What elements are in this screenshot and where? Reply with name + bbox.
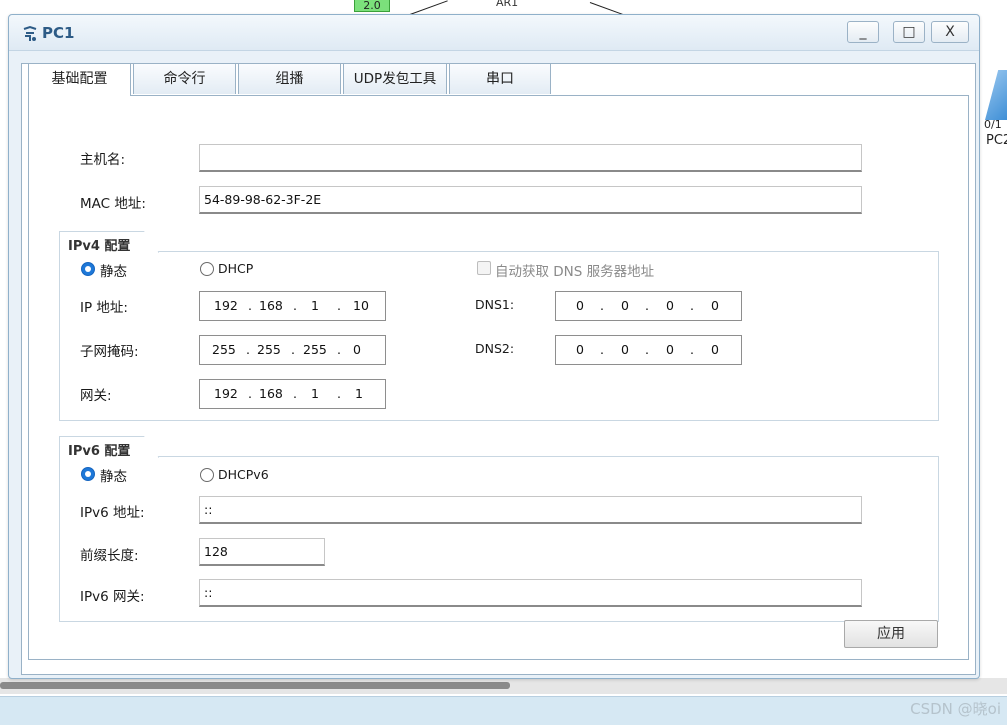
ipv6-dhcp-radio[interactable] — [200, 468, 214, 482]
title-bar[interactable]: PC1 _ □ X — [9, 15, 979, 51]
octet: 0 — [576, 342, 584, 357]
ipv4-static-label: 静态 — [100, 264, 127, 280]
octet: 168 — [259, 386, 283, 401]
octet: 1 — [311, 386, 319, 401]
mac-input[interactable]: 54-89-98-62-3F-2E — [199, 186, 862, 214]
octet: 0 — [711, 342, 719, 357]
dot: . — [690, 298, 694, 313]
octet: 10 — [353, 298, 369, 313]
prefix-length-label: 前缀长度: — [80, 548, 139, 564]
dot: . — [645, 298, 649, 313]
dot: . — [690, 342, 694, 357]
dns1-input[interactable]: 0 . 0 . 0 . 0 — [555, 291, 742, 321]
ipv6-group-title: IPv6 配置 — [59, 436, 159, 458]
pc-app-icon — [23, 25, 37, 41]
subnet-mask-label: 子网掩码: — [80, 344, 139, 360]
octet: 1 — [355, 386, 363, 401]
port-label: 0/1 — [984, 118, 1002, 131]
octet: 255 — [257, 342, 281, 357]
device-label-ar1: AR1 — [496, 0, 519, 9]
device-label-pc2: PC2 — [986, 133, 1007, 148]
minimize-button[interactable]: _ — [847, 21, 879, 43]
ipv4-dhcp-label: DHCP — [218, 261, 254, 276]
hostname-label: 主机名: — [80, 152, 126, 168]
link-line — [409, 0, 448, 15]
scrollbar-thumb[interactable] — [0, 682, 510, 689]
pc2-device-icon[interactable] — [985, 70, 1007, 120]
gateway-label: 网关: — [80, 388, 112, 404]
octet: 0 — [666, 342, 674, 357]
dot: . — [600, 298, 604, 313]
basic-config-panel: 主机名: MAC 地址: 54-89-98-62-3F-2E IPv4 配置 静… — [28, 95, 969, 660]
octet: 1 — [311, 298, 319, 313]
ipv4-group-title: IPv4 配置 — [59, 231, 159, 253]
subnet-mask-input[interactable]: 255 . 255 . 255 . 0 — [199, 335, 386, 365]
tab-multicast[interactable]: 组播 — [238, 63, 341, 94]
ipv6-static-radio[interactable] — [81, 467, 95, 481]
window-title: PC1 — [42, 24, 75, 42]
tab-command-line[interactable]: 命令行 — [133, 63, 236, 94]
octet: 0 — [621, 298, 629, 313]
dot: . — [246, 342, 250, 357]
octet: 0 — [621, 342, 629, 357]
ipv6-gateway-input[interactable]: :: — [199, 579, 862, 607]
auto-dns-label: 自动获取 DNS 服务器地址 — [495, 264, 655, 280]
mac-label: MAC 地址: — [80, 196, 146, 212]
dns1-label: DNS1: — [475, 297, 515, 312]
dot: . — [600, 342, 604, 357]
dot: . — [248, 386, 252, 401]
ip-address-label: IP 地址: — [80, 300, 128, 316]
ipv6-dhcp-label: DHCPv6 — [218, 467, 269, 482]
octet: 192 — [214, 298, 238, 313]
ipv6-gateway-label: IPv6 网关: — [80, 589, 145, 605]
ipv6-address-label: IPv6 地址: — [80, 505, 145, 521]
octet: 255 — [212, 342, 236, 357]
dot: . — [645, 342, 649, 357]
dot: . — [291, 342, 295, 357]
dns2-label: DNS2: — [475, 341, 515, 356]
tab-basic-config[interactable]: 基础配置 — [28, 63, 131, 96]
maximize-button[interactable]: □ — [893, 21, 925, 43]
hostname-input[interactable] — [199, 144, 862, 172]
dot: . — [337, 298, 341, 313]
tab-serial[interactable]: 串口 — [449, 63, 551, 94]
dot: . — [293, 298, 297, 313]
link-label-badge: 2.0 — [354, 0, 390, 12]
prefix-length-input[interactable]: 128 — [199, 538, 325, 566]
octet: 0 — [666, 298, 674, 313]
dot: . — [293, 386, 297, 401]
ipv4-static-radio[interactable] — [81, 262, 95, 276]
watermark: CSDN @晓oi — [910, 700, 1001, 718]
octet: 0 — [353, 342, 361, 357]
dot: . — [337, 342, 341, 357]
octet: 255 — [303, 342, 327, 357]
apply-button[interactable]: 应用 — [844, 620, 938, 648]
gateway-input[interactable]: 192 . 168 . 1 . 1 — [199, 379, 386, 409]
octet: 192 — [214, 386, 238, 401]
close-button[interactable]: X — [931, 21, 969, 43]
ipv4-dhcp-radio[interactable] — [200, 262, 214, 276]
auto-dns-checkbox[interactable] — [477, 261, 491, 275]
dot: . — [337, 386, 341, 401]
pc1-config-window: PC1 _ □ X 基础配置 命令行 组播 UDP发包工具 串口 主机名: MA… — [8, 14, 980, 679]
dot: . — [248, 298, 252, 313]
ipv6-address-input[interactable]: :: — [199, 496, 862, 524]
ipv6-static-label: 静态 — [100, 469, 127, 485]
dns2-input[interactable]: 0 . 0 . 0 . 0 — [555, 335, 742, 365]
octet: 0 — [576, 298, 584, 313]
status-bar — [0, 696, 1007, 725]
tab-udp-tool[interactable]: UDP发包工具 — [343, 63, 447, 94]
octet: 168 — [259, 298, 283, 313]
octet: 0 — [711, 298, 719, 313]
ip-address-input[interactable]: 192 . 168 . 1 . 10 — [199, 291, 386, 321]
